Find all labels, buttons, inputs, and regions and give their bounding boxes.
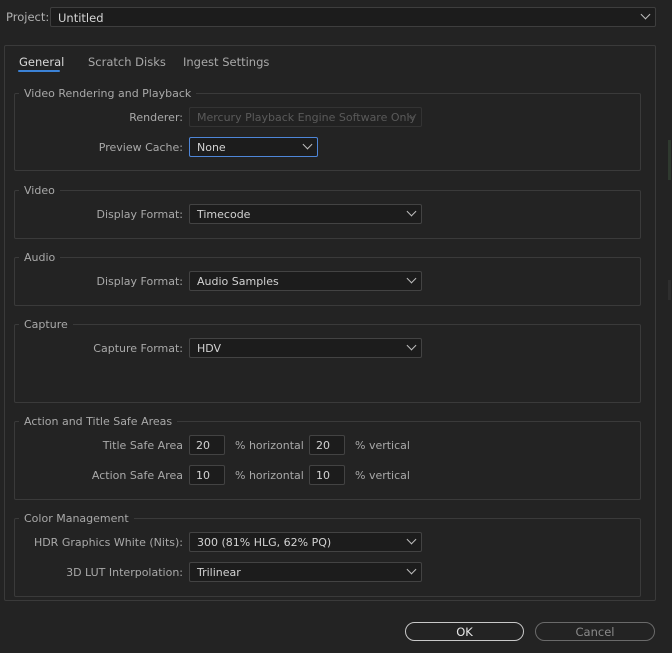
chevron-down-icon (406, 534, 417, 545)
renderer-select: Mercury Playback Engine Software Only (189, 107, 422, 127)
group-title-video-rendering: Video Rendering and Playback (19, 87, 197, 100)
group-safe-areas (14, 421, 641, 500)
hdr-graphics-white-label: HDR Graphics White (Nits): (33, 536, 183, 549)
lut-interpolation-value: Trilinear (197, 566, 241, 579)
group-title-color-management: Color Management (19, 512, 134, 525)
active-tab-indicator (18, 70, 60, 72)
group-color-management (14, 518, 641, 597)
group-title-video: Video (19, 184, 60, 197)
video-display-format-label: Display Format: (96, 208, 183, 221)
audio-display-format-select[interactable]: Audio Samples (189, 271, 422, 291)
action-safe-vertical-input[interactable]: 10 (309, 465, 345, 485)
project-label: Project: (6, 10, 50, 24)
chevron-down-icon (302, 139, 313, 150)
preview-cache-value: None (197, 141, 226, 154)
capture-format-select[interactable]: HDV (189, 338, 422, 358)
title-safe-label: Title Safe Area (102, 439, 183, 452)
audio-display-format-value: Audio Samples (197, 275, 279, 288)
chevron-down-icon (406, 564, 417, 575)
capture-format-value: HDV (197, 342, 222, 355)
hdr-graphics-white-select[interactable]: 300 (81% HLG, 62% PQ) (189, 532, 422, 552)
action-safe-horizontal-unit: % horizontal (235, 469, 304, 482)
title-safe-vertical-unit: % vertical (355, 439, 410, 452)
tab-general[interactable]: General (19, 55, 64, 69)
title-safe-horizontal-input[interactable]: 20 (189, 435, 225, 455)
chevron-down-icon (406, 340, 417, 351)
cancel-button[interactable]: Cancel (535, 622, 655, 641)
title-safe-horizontal-unit: % horizontal (235, 439, 304, 452)
preview-cache-select[interactable]: None (189, 137, 318, 157)
action-safe-vertical-unit: % vertical (355, 469, 410, 482)
tab-scratch-disks[interactable]: Scratch Disks (88, 55, 166, 69)
window-edge-artifact (668, 280, 671, 300)
project-select[interactable]: Untitled (50, 7, 656, 27)
tab-ingest-settings[interactable]: Ingest Settings (183, 55, 269, 69)
lut-interpolation-label: 3D LUT Interpolation: (66, 566, 183, 579)
ok-button[interactable]: OK (405, 622, 524, 641)
renderer-label: Renderer: (129, 111, 183, 124)
preview-cache-label: Preview Cache: (98, 141, 183, 154)
action-safe-horizontal-input[interactable]: 10 (189, 465, 225, 485)
group-capture (14, 324, 641, 403)
group-video-rendering (14, 93, 641, 171)
chevron-down-icon (406, 206, 417, 217)
video-display-format-value: Timecode (197, 208, 251, 221)
title-safe-vertical-input[interactable]: 20 (309, 435, 345, 455)
audio-display-format-label: Display Format: (96, 275, 183, 288)
group-title-safe-areas: Action and Title Safe Areas (19, 415, 178, 428)
group-title-capture: Capture (19, 318, 73, 331)
capture-format-label: Capture Format: (93, 342, 183, 355)
hdr-graphics-white-value: 300 (81% HLG, 62% PQ) (197, 536, 332, 549)
group-title-audio: Audio (19, 251, 61, 264)
renderer-value: Mercury Playback Engine Software Only (197, 111, 417, 124)
action-safe-label: Action Safe Area (91, 469, 183, 482)
video-display-format-select[interactable]: Timecode (189, 204, 422, 224)
chevron-down-icon (406, 273, 417, 284)
project-select-value: Untitled (58, 11, 104, 25)
lut-interpolation-select[interactable]: Trilinear (189, 562, 422, 582)
window-edge-artifact (668, 140, 671, 180)
chevron-down-icon (640, 9, 651, 20)
